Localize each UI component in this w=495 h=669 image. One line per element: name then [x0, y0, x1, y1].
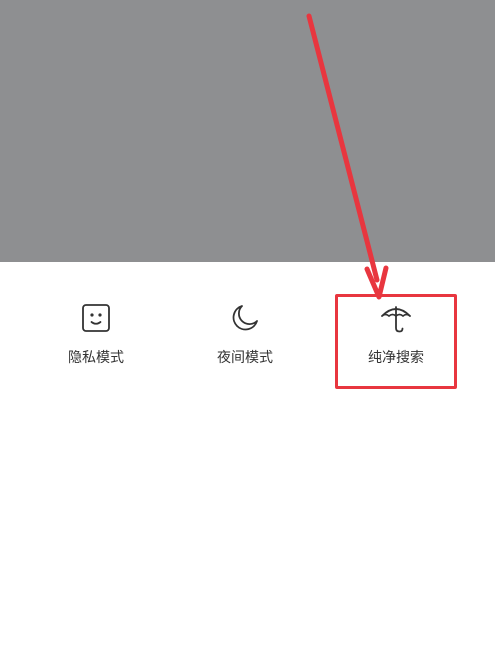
pure-search-label: 纯净搜索 [368, 350, 424, 366]
privacy-mode-label: 隐私模式 [68, 350, 124, 366]
night-mode-label: 夜间模式 [217, 350, 273, 366]
night-mode-button[interactable]: 夜间模式 [190, 301, 300, 381]
privacy-face-icon [79, 301, 113, 335]
privacy-mode-button[interactable]: 隐私模式 [41, 301, 151, 381]
next-row-edge [232, 660, 262, 669]
umbrella-icon [379, 301, 413, 335]
dimmed-background-overlay[interactable] [0, 0, 495, 262]
bottom-options-sheet: 隐私模式 夜间模式 纯净搜索 [0, 262, 495, 407]
moon-icon [228, 301, 262, 335]
pure-search-button[interactable]: 纯净搜索 [341, 301, 451, 381]
